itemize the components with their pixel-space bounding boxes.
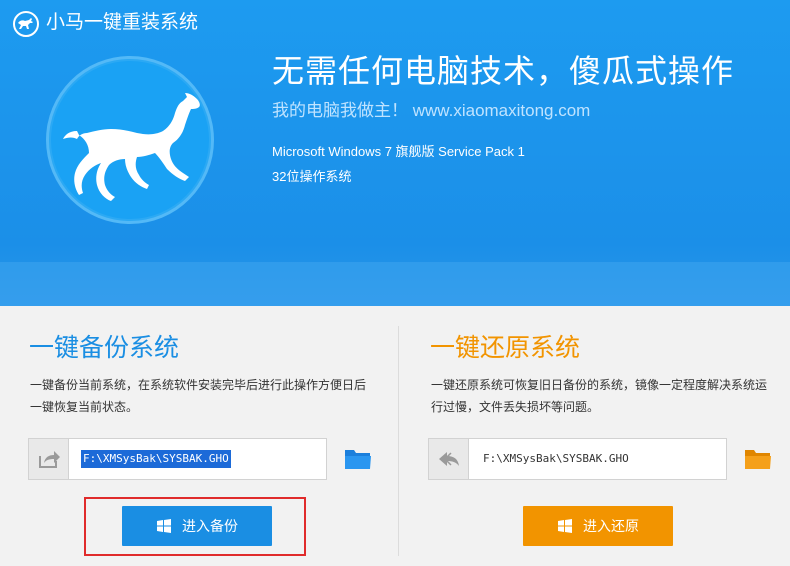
horse-emblem bbox=[46, 56, 214, 224]
panel-divider bbox=[398, 326, 399, 556]
header-band bbox=[0, 262, 790, 306]
hero-headline: 无需任何电脑技术，傻瓜式操作 bbox=[272, 53, 735, 89]
restore-description: 一键还原系统可恢复旧日备份的系统，镜像一定程度解决系统运行过慢，文件丢失损坏等问… bbox=[431, 378, 768, 414]
highlight-box bbox=[84, 497, 306, 556]
horse-logo-icon bbox=[13, 11, 39, 37]
header-banner: 小马一键重装系统 无需任何电脑技术，傻瓜式操作 我的电脑我做主！ www.xia… bbox=[0, 0, 790, 306]
backup-path-field[interactable]: F:\XMSysBak\SYSBAK.GHO bbox=[28, 438, 327, 480]
restore-folder-button[interactable] bbox=[744, 447, 772, 471]
restore-path-field[interactable]: F:\XMSysBak\SYSBAK.GHO bbox=[428, 438, 727, 480]
restore-path-value[interactable]: F:\XMSysBak\SYSBAK.GHO bbox=[481, 450, 631, 468]
backup-description: 一键备份当前系统，在系统软件安装完毕后进行此操作方便日后一键恢复当前状态。 bbox=[30, 378, 367, 414]
windows-logo-icon bbox=[558, 519, 572, 533]
os-name: Microsoft Windows 7 旗舰版 Service Pack 1 bbox=[272, 144, 525, 159]
backup-path-value[interactable]: F:\XMSysBak\SYSBAK.GHO bbox=[81, 450, 231, 468]
restore-arrow-icon bbox=[429, 439, 469, 479]
enter-restore-label: 进入还原 bbox=[583, 518, 639, 534]
hero-subline: 我的电脑我做主！ www.xiaomaxitong.com bbox=[272, 101, 591, 120]
app-title: 小马一键重装系统 bbox=[46, 12, 199, 33]
running-horse-icon bbox=[63, 93, 200, 201]
enter-restore-button[interactable]: 进入还原 bbox=[523, 506, 673, 546]
os-arch: 32位操作系统 bbox=[272, 169, 352, 184]
backup-folder-button[interactable] bbox=[344, 447, 372, 471]
export-icon bbox=[29, 439, 69, 479]
restore-title: 一键还原系统 bbox=[430, 334, 581, 362]
backup-title: 一键备份系统 bbox=[29, 334, 180, 362]
orange-folder-icon bbox=[745, 450, 771, 469]
blue-folder-icon bbox=[345, 450, 371, 469]
